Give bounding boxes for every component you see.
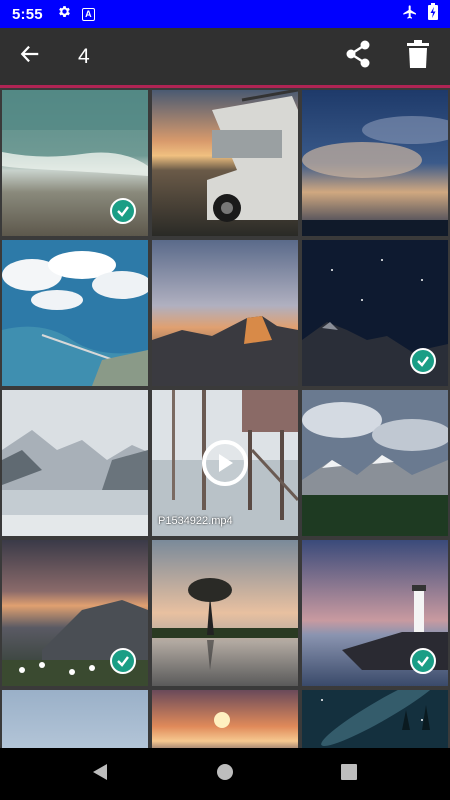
photo-thumbnail <box>302 690 448 748</box>
app-screen: 5:55 A 4 P1534922.mp4 <box>0 0 450 800</box>
grid-item-pier-video[interactable]: P1534922.mp4 <box>152 390 298 536</box>
gear-icon <box>57 4 72 24</box>
media-grid: P1534922.mp4 <box>0 88 450 748</box>
grid-item-cloudy-sky-dusk[interactable] <box>302 90 448 236</box>
grid-item-half-dome-sunset[interactable] <box>152 240 298 386</box>
status-left-icons: A <box>57 4 95 24</box>
share-button[interactable] <box>336 28 380 85</box>
nav-home-button[interactable] <box>213 762 237 786</box>
home-circle-icon <box>216 763 234 786</box>
selected-check-icon <box>410 348 436 374</box>
selected-check-icon <box>110 198 136 224</box>
photo-thumbnail <box>2 240 148 386</box>
grid-item-jeep-sunset[interactable] <box>152 90 298 236</box>
nav-recents-button[interactable] <box>337 762 361 786</box>
back-arrow-icon <box>19 43 41 70</box>
video-filename: P1534922.mp4 <box>158 515 233 527</box>
status-time: 5:55 <box>12 5 43 23</box>
grid-item-mountain-sunset-flowers[interactable] <box>2 540 148 686</box>
photo-thumbnail <box>152 90 298 236</box>
selected-check-icon <box>410 648 436 674</box>
photo-thumbnail <box>2 690 148 748</box>
nav-back-button[interactable] <box>88 762 112 786</box>
selected-check-icon <box>110 648 136 674</box>
grid-item-lighthouse-dusk[interactable] <box>302 540 448 686</box>
status-bar: 5:55 A <box>0 0 450 28</box>
selection-action-bar: 4 <box>0 28 450 85</box>
a-box-icon: A <box>81 7 95 21</box>
recents-square-icon <box>341 763 357 785</box>
grid-item-city-sunset[interactable] <box>152 690 298 748</box>
photo-thumbnail <box>152 690 298 748</box>
grid-item-pale-sky[interactable] <box>2 690 148 748</box>
photo-thumbnail <box>152 240 298 386</box>
grid-item-lone-tree-lake[interactable] <box>152 540 298 686</box>
share-icon <box>344 39 372 74</box>
selected-count: 4 <box>78 44 90 68</box>
photo-thumbnail <box>302 90 448 236</box>
photo-thumbnail <box>2 390 148 536</box>
photo-thumbnail <box>152 540 298 686</box>
grid-item-beach-waves[interactable] <box>2 90 148 236</box>
play-button-icon <box>202 440 248 486</box>
delete-icon <box>407 40 429 73</box>
grid-item-milky-way-trees[interactable] <box>302 690 448 748</box>
system-navigation-bar <box>0 748 450 800</box>
grid-item-snowy-lake-mountains[interactable] <box>2 390 148 536</box>
airplane-icon <box>402 4 418 25</box>
photo-thumbnail <box>302 390 448 536</box>
grid-item-aerial-bay-clouds[interactable] <box>2 240 148 386</box>
battery-charging-icon <box>428 3 438 25</box>
status-right-icons <box>402 3 438 25</box>
back-triangle-icon <box>92 763 108 786</box>
back-button[interactable] <box>2 28 58 85</box>
delete-button[interactable] <box>396 28 440 85</box>
grid-item-night-sky-mountains[interactable] <box>302 240 448 386</box>
grid-item-alpine-clouds-forest[interactable] <box>302 390 448 536</box>
